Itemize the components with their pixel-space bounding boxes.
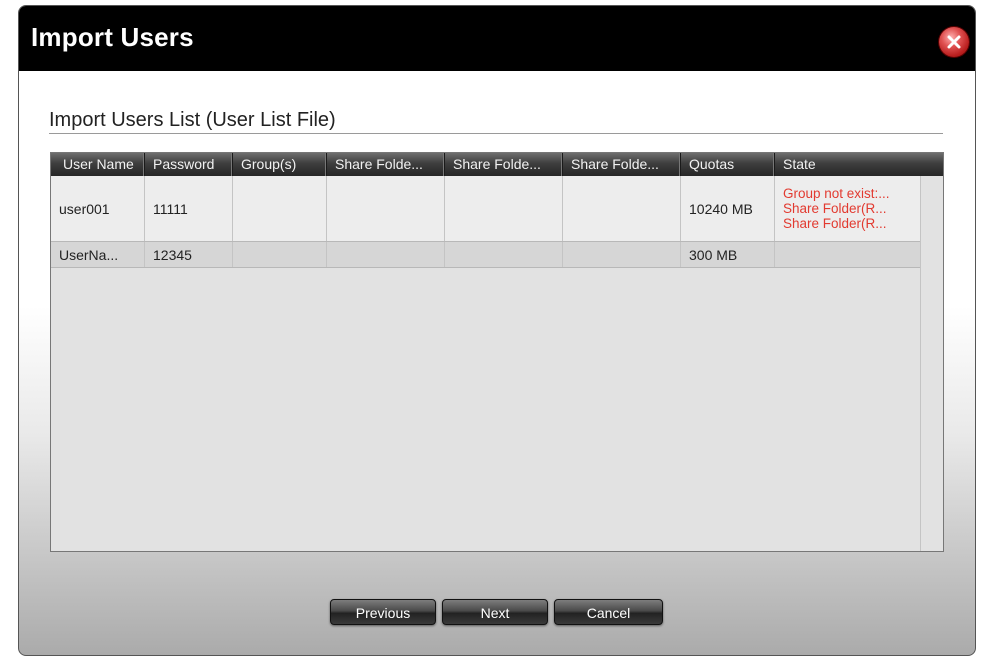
cell-share-folder-2	[445, 176, 563, 241]
column-header-groups[interactable]: Group(s)	[233, 153, 327, 176]
column-header-password[interactable]: Password	[145, 153, 233, 176]
column-header-user-name[interactable]: User Name	[51, 153, 145, 176]
column-header-share-folder-1[interactable]: Share Folde...	[327, 153, 445, 176]
cell-state: Group not exist:... Share Folder(R... Sh…	[775, 176, 921, 241]
close-button[interactable]	[939, 27, 969, 57]
title-bar: Import Users	[19, 6, 975, 71]
state-message: Share Folder(R...	[783, 216, 887, 231]
section-title: Import Users List (User List File)	[49, 109, 336, 131]
cell-share-folder-1	[327, 176, 445, 241]
column-header-share-folder-2[interactable]: Share Folde...	[445, 153, 563, 176]
state-message: Group not exist:...	[783, 186, 890, 201]
column-header-quotas[interactable]: Quotas	[681, 153, 775, 176]
cell-groups	[233, 176, 327, 241]
close-icon	[947, 35, 961, 49]
grid-header: User Name Password Group(s) Share Folde.…	[51, 153, 943, 176]
cell-share-folder-1	[327, 242, 445, 267]
column-header-state[interactable]: State	[775, 153, 943, 176]
section-divider	[49, 133, 943, 134]
cell-share-folder-2	[445, 242, 563, 267]
cell-password: 11111	[145, 176, 233, 241]
import-users-dialog: Import Users Import Users List (User Lis…	[18, 5, 976, 656]
cell-user-name: user001	[51, 176, 145, 241]
cell-quotas: 300 MB	[681, 242, 775, 267]
cell-groups	[233, 242, 327, 267]
previous-button[interactable]: Previous	[330, 599, 436, 625]
button-bar: Previous Next Cancel	[19, 599, 975, 625]
next-button[interactable]: Next	[442, 599, 548, 625]
grid-scroll-gutter	[920, 176, 943, 551]
cell-quotas: 10240 MB	[681, 176, 775, 241]
state-message: Share Folder(R...	[783, 201, 887, 216]
cell-share-folder-3	[563, 176, 681, 241]
column-header-share-folder-3[interactable]: Share Folde...	[563, 153, 681, 176]
cell-user-name: UserNa...	[51, 242, 145, 267]
dialog-title: Import Users	[31, 22, 194, 52]
cell-state	[775, 242, 921, 267]
cell-password: 12345	[145, 242, 233, 267]
table-row[interactable]: UserNa... 12345 300 MB	[51, 242, 921, 268]
users-grid: User Name Password Group(s) Share Folde.…	[50, 152, 944, 552]
cell-share-folder-3	[563, 242, 681, 267]
cancel-button[interactable]: Cancel	[554, 599, 663, 625]
table-row[interactable]: user001 11111 10240 MB Group not exist:.…	[51, 176, 921, 242]
